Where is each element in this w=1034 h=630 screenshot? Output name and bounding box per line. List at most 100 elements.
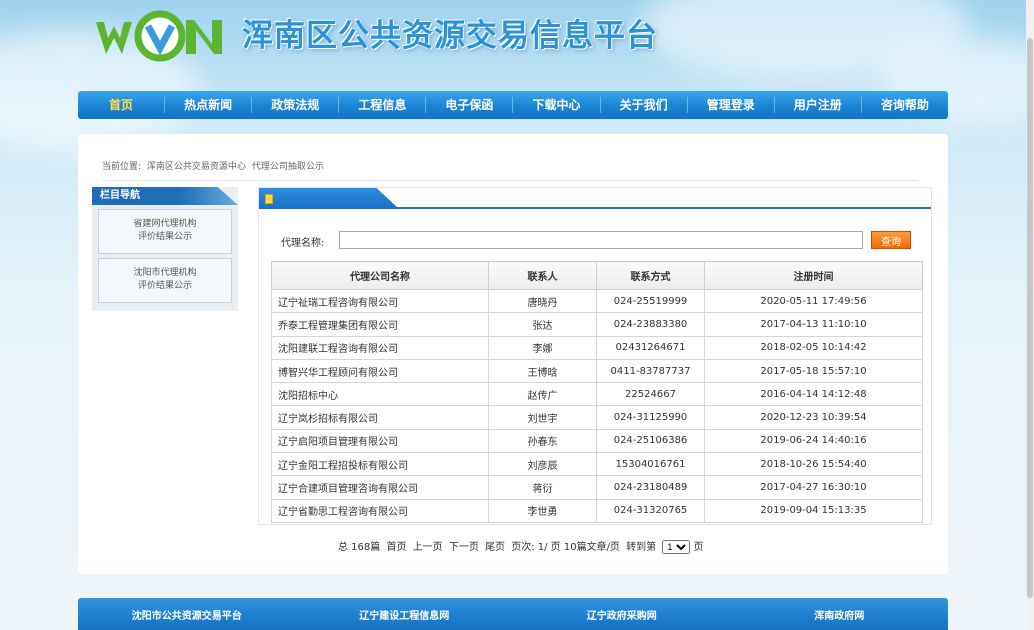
contact-cell: 唐晓丹 bbox=[488, 288, 597, 314]
phone-cell: 024-31320765 bbox=[596, 498, 705, 523]
panel-header bbox=[259, 188, 931, 209]
footer-link-hunnan-gov[interactable]: 浑南政府网 bbox=[731, 607, 949, 622]
main-content: 当前位置: 浑南区公共交易资源中心 代理公司抽取公示 栏目导航 省建网代理机构 … bbox=[78, 134, 948, 574]
contact-cell: 赵传广 bbox=[488, 382, 597, 407]
registered-cell: 2019-09-04 15:13:35 bbox=[704, 498, 923, 523]
footer-link-shenyang-platform[interactable]: 沈阳市公共资源交易平台 bbox=[78, 607, 296, 622]
nav-item-help[interactable]: 咨询帮助 bbox=[862, 97, 948, 113]
pager-goto-label: 转到第 bbox=[626, 542, 657, 553]
sidebar-item-line: 沈阳市代理机构 bbox=[133, 268, 197, 278]
company-cell[interactable]: 辽宁岚杉招标有限公司 bbox=[271, 405, 489, 430]
nav-item-admin-login[interactable]: 管理登录 bbox=[688, 97, 775, 113]
table-row: 辽宁祉瑞工程咨询有限公司 唐晓丹 024-25519999 2020-05-11 17… bbox=[271, 288, 923, 314]
nav-item-register[interactable]: 用户注册 bbox=[775, 97, 862, 113]
nav-item-downloads[interactable]: 下载中心 bbox=[513, 97, 601, 113]
footer-links: 沈阳市公共资源交易平台 辽宁建设工程信息网 辽宁政府采购网 浑南政府网 bbox=[78, 598, 948, 630]
header: 浑南区公共资源交易信息平台 bbox=[0, 0, 1034, 90]
breadcrumb-current: 代理公司抽取公示 bbox=[251, 162, 324, 172]
pager-first-link[interactable]: 首页 bbox=[386, 542, 406, 553]
page-scrollbar[interactable] bbox=[1026, 0, 1034, 630]
company-cell[interactable]: 博智兴华工程顾问有限公司 bbox=[271, 358, 489, 384]
search-button[interactable]: 查询 bbox=[871, 231, 911, 249]
breadcrumb: 当前位置: 浑南区公共交易资源中心 代理公司抽取公示 bbox=[102, 159, 918, 181]
main-nav: 首页 热点新闻 政策法规 工程信息 电子保函 下载中心 关于我们 管理登录 用户… bbox=[78, 91, 948, 119]
company-cell[interactable]: 沈阳建联工程咨询有限公司 bbox=[271, 335, 489, 360]
contact-cell: 孙春东 bbox=[488, 428, 597, 454]
search-row: 代理名称: 查询 bbox=[281, 231, 911, 251]
sidebar-title: 栏目导航 bbox=[92, 187, 238, 205]
pager-prev-link[interactable]: 上一页 bbox=[413, 542, 443, 553]
phone-cell: 024-25106386 bbox=[596, 428, 705, 454]
registered-cell: 2018-10-26 15:54:40 bbox=[704, 452, 923, 477]
pager-next-link[interactable]: 下一页 bbox=[449, 542, 479, 553]
contact-cell: 刘世宇 bbox=[488, 405, 597, 430]
site-logo bbox=[96, 10, 222, 62]
sidebar-item-shenyang[interactable]: 沈阳市代理机构 评价结果公示 bbox=[98, 258, 232, 303]
phone-cell: 0411-83787737 bbox=[596, 358, 705, 384]
contact-cell: 王博晗 bbox=[488, 358, 597, 384]
nav-item-e-guarantee[interactable]: 电子保函 bbox=[426, 97, 514, 113]
table-row: 辽宁合建项目管理咨询有限公司 蒋衍 024-23180489 2017-04-27 1… bbox=[271, 475, 923, 500]
phone-cell: 02431264671 bbox=[596, 335, 705, 360]
company-cell[interactable]: 辽宁启阳项目管理有限公司 bbox=[271, 428, 489, 454]
nav-item-about[interactable]: 关于我们 bbox=[601, 97, 688, 113]
pager-page-suffix: 页 bbox=[693, 542, 704, 553]
pager-last-link[interactable]: 尾页 bbox=[485, 542, 505, 553]
registered-cell: 2020-05-11 17:49:56 bbox=[704, 288, 923, 314]
table-row: 沈阳招标中心 赵传广 22524667 2016-04-14 14:12:48 bbox=[271, 382, 923, 407]
search-label: 代理名称: bbox=[281, 238, 325, 249]
sidebar-item-line: 评价结果公示 bbox=[137, 281, 192, 291]
table-header-row: 代理公司名称 联系人 联系方式 注册时间 bbox=[271, 261, 923, 290]
contact-cell: 刘彦辰 bbox=[488, 452, 597, 477]
contact-cell: 李世勇 bbox=[488, 498, 597, 523]
folder-icon bbox=[265, 194, 273, 204]
phone-cell: 024-31125990 bbox=[596, 405, 705, 430]
table-row: 辽宁省勤思工程咨询有限公司 李世勇 024-31320765 2019-09-04 1… bbox=[271, 498, 923, 523]
registered-cell: 2020-12-23 10:39:54 bbox=[704, 405, 923, 430]
company-cell[interactable]: 沈阳招标中心 bbox=[271, 382, 489, 407]
registered-cell: 2018-02-05 10:14:42 bbox=[704, 335, 923, 360]
footer-link-liaoning-construction[interactable]: 辽宁建设工程信息网 bbox=[296, 607, 514, 622]
phone-cell: 22524667 bbox=[596, 382, 705, 407]
contact-cell: 张达 bbox=[488, 312, 597, 337]
column-header-registered: 注册时间 bbox=[704, 261, 923, 290]
nav-item-hot-news[interactable]: 热点新闻 bbox=[165, 97, 253, 113]
sidebar-item-line: 评价结果公示 bbox=[137, 232, 192, 242]
column-header-company: 代理公司名称 bbox=[271, 261, 489, 290]
company-cell[interactable]: 辽宁合建项目管理咨询有限公司 bbox=[271, 475, 489, 500]
panel-tab bbox=[259, 188, 399, 209]
registered-cell: 2019-06-24 14:40:16 bbox=[704, 428, 923, 454]
sidebar-item-line: 省建网代理机构 bbox=[133, 219, 197, 229]
footer-link-liaoning-procurement[interactable]: 辽宁政府采购网 bbox=[513, 607, 731, 622]
registered-cell: 2017-05-18 15:57:10 bbox=[704, 358, 923, 384]
table-row: 乔泰工程管理集团有限公司 张达 024-23883380 2017-04-13 11:… bbox=[271, 312, 923, 337]
pagination: 总 168篇 首页 上一页 下一页 尾页 页次: 1/ 页 10篇文章/页 转到… bbox=[338, 538, 707, 554]
site-title: 浑南区公共资源交易信息平台 bbox=[242, 18, 658, 54]
sidebar-item-provincial[interactable]: 省建网代理机构 评价结果公示 bbox=[98, 209, 232, 254]
contact-cell: 蒋衍 bbox=[488, 475, 597, 500]
table-row: 沈阳建联工程咨询有限公司 李娜 02431264671 2018-02-05 10:1… bbox=[271, 335, 923, 360]
company-cell[interactable]: 辽宁金阳工程招投标有限公司 bbox=[271, 452, 489, 477]
company-cell[interactable]: 辽宁祉瑞工程咨询有限公司 bbox=[271, 288, 489, 314]
breadcrumb-link-center[interactable]: 浑南区公共交易资源中心 bbox=[147, 162, 246, 172]
sidebar: 栏目导航 省建网代理机构 评价结果公示 沈阳市代理机构 评价结果公示 bbox=[92, 187, 238, 311]
phone-cell: 024-25519999 bbox=[596, 288, 705, 314]
scrollbar-thumb[interactable] bbox=[1027, 38, 1033, 598]
registered-cell: 2016-04-14 14:12:48 bbox=[704, 382, 923, 407]
breadcrumb-prefix: 当前位置: bbox=[102, 162, 142, 172]
table-row: 辽宁启阳项目管理有限公司 孙春东 024-25106386 2019-06-24 14… bbox=[271, 428, 923, 454]
search-input[interactable] bbox=[339, 231, 863, 249]
nav-item-home[interactable]: 首页 bbox=[78, 97, 166, 113]
company-cell[interactable]: 乔泰工程管理集团有限公司 bbox=[271, 312, 489, 337]
phone-cell: 15304016761 bbox=[596, 452, 705, 477]
pager-page-select[interactable]: 1 bbox=[662, 540, 691, 554]
nav-item-policy[interactable]: 政策法规 bbox=[252, 97, 340, 113]
nav-item-projects[interactable]: 工程信息 bbox=[339, 97, 427, 113]
agency-table: 代理公司名称 联系人 联系方式 注册时间 辽宁祉瑞工程咨询有限公司 唐晓丹 024-… bbox=[271, 261, 923, 523]
pager-page-info: 页次: 1/ 页 10篇文章/页 bbox=[511, 542, 620, 553]
content-panel: 代理名称: 查询 代理公司名称 联系人 联系方式 注册时间 辽宁祉瑞工程咨询有限… bbox=[258, 187, 932, 525]
table-row: 辽宁金阳工程招投标有限公司 刘彦辰 15304016761 2018-10-26 15… bbox=[271, 452, 923, 477]
company-cell[interactable]: 辽宁省勤思工程咨询有限公司 bbox=[271, 498, 489, 523]
column-header-contact: 联系人 bbox=[488, 261, 597, 290]
phone-cell: 024-23883380 bbox=[596, 312, 705, 337]
